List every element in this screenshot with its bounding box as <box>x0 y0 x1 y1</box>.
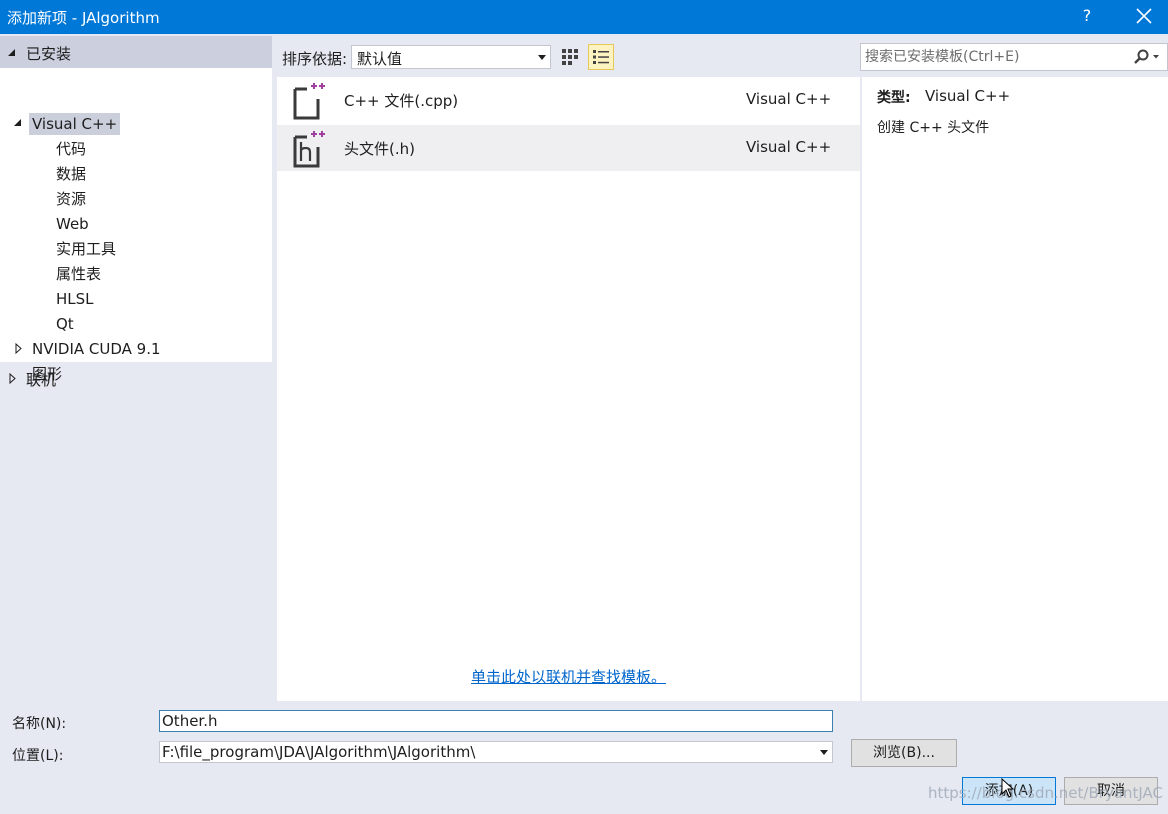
sort-toolbar: 排序依据: 默认值 <box>277 40 857 74</box>
installed-header[interactable]: 已安装 <box>0 36 272 68</box>
location-dropdown[interactable]: F:\file_program\JDA\JAlgorithm\JAlgorith… <box>159 741 833 763</box>
sidebar: 已安装 Visual C++ 代码 数据 资源 Web 实用工具 属性表 HLS… <box>0 34 272 701</box>
mouse-cursor-icon <box>1001 778 1015 798</box>
expanded-triangle-icon <box>8 49 15 56</box>
collapsed-triangle-icon <box>9 373 16 384</box>
template-name: 头文件(.h) <box>344 140 415 158</box>
template-language: Visual C++ <box>746 138 832 156</box>
tree-item-qt[interactable]: Qt <box>56 313 74 335</box>
location-value: F:\file_program\JDA\JAlgorithm\JAlgorith… <box>162 743 476 761</box>
grid-view-icon <box>562 49 578 65</box>
chevron-down-icon <box>538 55 546 60</box>
header-file-icon <box>293 131 325 168</box>
list-view-button[interactable] <box>588 44 614 70</box>
name-input[interactable] <box>159 710 833 732</box>
tree-item-data[interactable]: 数据 <box>56 163 86 185</box>
template-cpp-file[interactable]: C++ 文件(.cpp) Visual C++ <box>277 77 860 123</box>
sort-dropdown[interactable]: 默认值 <box>351 45 551 69</box>
bottom-form: 名称(N): 位置(L): F:\file_program\JDA\JAlgor… <box>0 701 1168 814</box>
search-input[interactable] <box>865 47 1127 67</box>
template-name: C++ 文件(.cpp) <box>344 92 459 110</box>
online-category[interactable]: 联机 <box>0 368 272 390</box>
tree-item-web[interactable]: Web <box>56 213 89 235</box>
list-view-icon <box>593 50 609 64</box>
expanded-triangle-icon <box>14 119 21 126</box>
title-bar: 添加新项 - JAlgorithm ? <box>0 0 1168 34</box>
location-label: 位置(L): <box>12 748 64 764</box>
close-icon[interactable] <box>1133 4 1155 28</box>
grid-view-button[interactable] <box>557 44 583 70</box>
template-header-file[interactable]: 头文件(.h) Visual C++ <box>277 125 860 171</box>
collapsed-triangle-icon[interactable] <box>15 343 22 354</box>
template-description: 创建 C++ 头文件 <box>877 120 990 136</box>
template-language: Visual C++ <box>746 90 832 108</box>
template-tree: Visual C++ 代码 数据 资源 Web 实用工具 属性表 HLSL Qt… <box>0 68 272 383</box>
name-label: 名称(N): <box>12 716 67 732</box>
online-label: 联机 <box>26 371 57 389</box>
type-value: Visual C++ <box>925 87 1011 105</box>
details-pane: 类型: Visual C++ 创建 C++ 头文件 <box>862 77 1168 701</box>
cpp-file-icon <box>293 83 325 120</box>
installed-label: 已安装 <box>26 45 72 63</box>
help-button[interactable]: ? <box>1080 6 1094 25</box>
template-list: C++ 文件(.cpp) Visual C++ 头文件(.h) Visual C… <box>277 77 860 701</box>
tree-item-utility[interactable]: 实用工具 <box>56 238 116 260</box>
tree-item-visual-cpp[interactable]: Visual C++ <box>29 113 121 135</box>
type-label: 类型: <box>877 90 911 106</box>
tree-item-hlsl[interactable]: HLSL <box>56 288 94 310</box>
tree-item-code[interactable]: 代码 <box>56 138 86 160</box>
sort-value: 默认值 <box>357 50 403 68</box>
browse-button[interactable]: 浏览(B)... <box>851 739 957 767</box>
chevron-down-icon <box>820 750 828 755</box>
window-title: 添加新项 - JAlgorithm <box>7 9 160 27</box>
search-icon[interactable] <box>1133 49 1161 65</box>
tree-item-property-sheet[interactable]: 属性表 <box>56 263 101 285</box>
sort-label: 排序依据: <box>282 50 348 68</box>
search-box <box>860 43 1168 71</box>
cancel-button[interactable]: 取消 <box>1064 777 1158 805</box>
tree-item-resource[interactable]: 资源 <box>56 188 86 210</box>
tree-item-nvidia-cuda[interactable]: NVIDIA CUDA 9.1 <box>32 338 161 360</box>
find-templates-online-link[interactable]: 单击此处以联机并查找模板。 <box>471 666 666 687</box>
